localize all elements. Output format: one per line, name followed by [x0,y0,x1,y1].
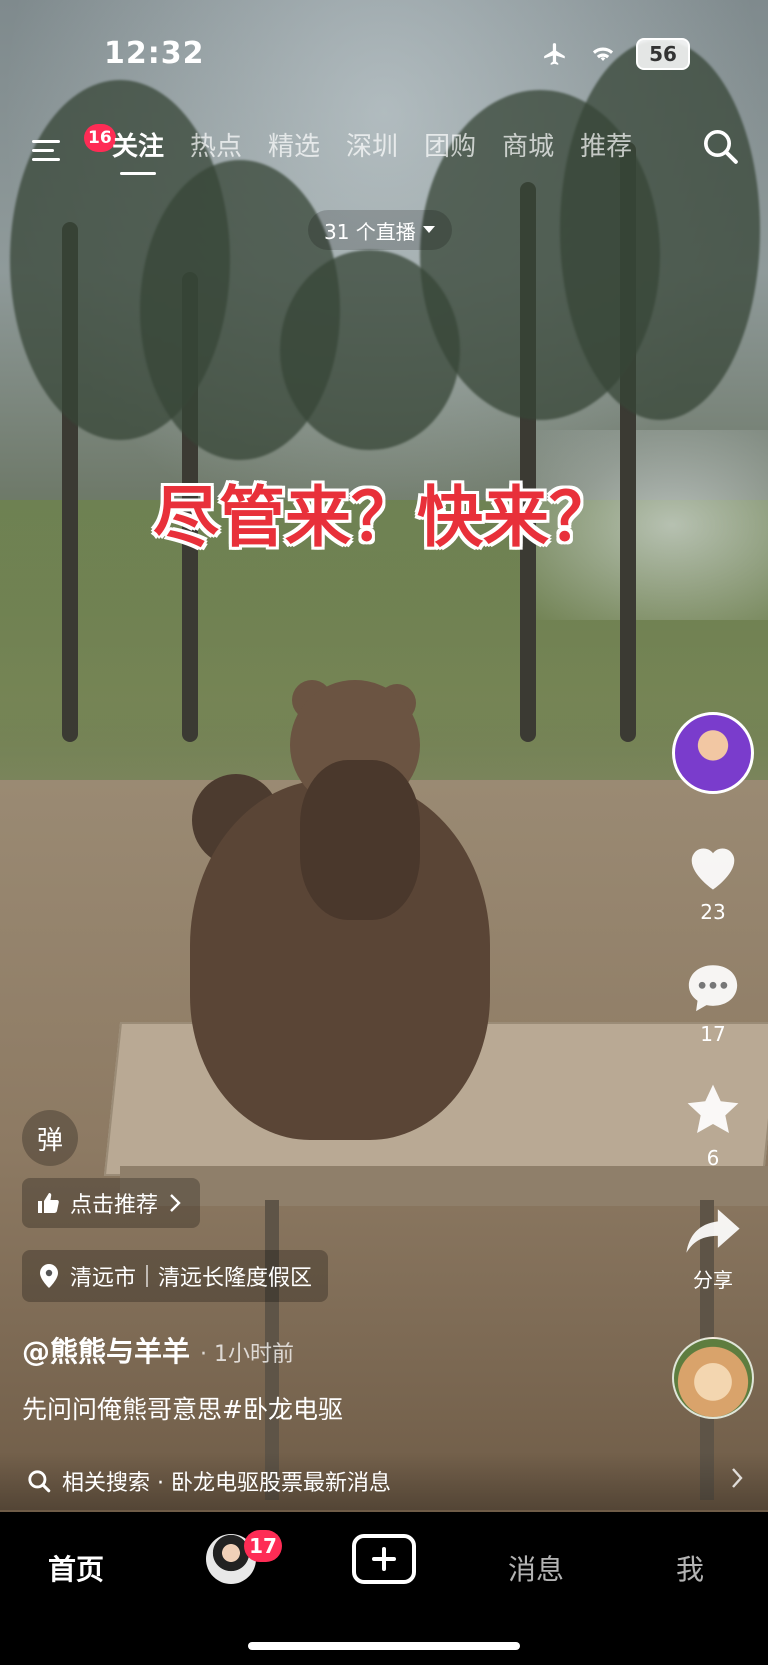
status-icons: 56 [540,38,690,70]
chevron-right-icon [170,1194,181,1212]
home-indicator [248,1642,520,1650]
tab-following[interactable]: 关注 [112,126,164,175]
share-label: 分享 [693,1268,733,1292]
tab-hot[interactable]: 热点 [190,126,242,163]
location-city: 清远市 [70,1266,137,1291]
tab-home[interactable]: 首页 [48,1548,104,1588]
tab-featured[interactable]: 精选 [268,126,320,163]
menu-icon [32,149,54,152]
recommend-button[interactable]: 点击推荐 [22,1178,201,1228]
share-button[interactable]: 分享 [684,1206,742,1293]
wifi-icon [592,47,614,62]
post-time: · 1小时前 [200,1342,294,1367]
menu-icon [32,158,60,161]
creator-avatar[interactable] [672,712,754,794]
share-arrow-icon [686,1209,740,1253]
tree-foliage [280,250,460,450]
favorite-count: 6 [706,1146,720,1170]
menu-notification-badge: 16 [84,124,116,152]
tree-foliage [560,40,760,420]
chevron-right-icon [732,1468,743,1488]
bottom-tab-bar: 首页 17 消息 我 [0,1512,768,1665]
live-count-text: 31 个直播 [324,219,416,244]
author-line: @熊熊与羊羊 · 1小时前 [22,1330,294,1370]
bear-paws [300,760,420,920]
live-count-pill[interactable]: 31 个直播 [308,210,452,250]
menu-button[interactable]: 16 [30,124,116,170]
create-post-button[interactable] [352,1534,416,1584]
video-caption-overlay: 尽管来？快来？ [153,479,615,556]
search-icon [28,1470,51,1493]
location-pin-icon [40,1264,58,1288]
feed-tabs: 关注 热点 精选 深圳 团购 商城 推荐 [112,126,632,175]
star-icon [687,1084,739,1133]
tab-group-buy[interactable]: 团购 [424,126,476,163]
battery-indicator: 56 [636,38,690,70]
like-button[interactable]: 23 [684,840,742,924]
comment-button[interactable]: 17 [684,960,742,1046]
comment-count: 17 [700,1022,726,1046]
heart-icon [691,848,735,890]
related-search-bar[interactable]: 相关搜索 · 卧龙电驱股票最新消息 [0,1452,768,1510]
tab-shenzhen[interactable]: 深圳 [346,126,398,163]
tab-recommend[interactable]: 推荐 [580,126,632,163]
chevron-down-icon [422,226,435,233]
danmaku-toggle-button[interactable]: 弹 [22,1110,78,1166]
friends-badge: 17 [244,1530,282,1562]
like-count: 23 [700,900,726,924]
tab-mall[interactable]: 商城 [502,126,554,163]
menu-icon [32,140,60,143]
video-feed-screen: 12:32 56 16 关注 热点 精选 深圳 团购 商城 推荐 31 个直播 … [0,0,768,1665]
airplane-mode-icon [544,43,565,65]
related-search-text: 相关搜索 · 卧龙电驱股票最新消息 [62,1471,391,1496]
tab-messages[interactable]: 消息 [508,1548,564,1588]
thumbs-up-icon [38,1193,59,1213]
status-time: 12:32 [104,36,205,71]
location-divider [146,1265,149,1287]
author-name[interactable]: @熊熊与羊羊 [22,1330,190,1370]
top-navigation: 16 关注 热点 精选 深圳 团购 商城 推荐 [0,120,768,180]
plus-icon [372,1547,396,1571]
music-disc-avatar[interactable] [672,1337,754,1419]
video-description[interactable]: 先问问俺熊哥意思#卧龙电驱 [22,1390,343,1426]
status-bar: 12:32 56 [0,28,768,78]
location-place: 清远长隆度假区 [158,1266,313,1291]
comment-icon [688,965,738,1012]
favorite-button[interactable]: 6 [684,1082,742,1170]
location-tag[interactable]: 清远市 清远长隆度假区 [22,1250,329,1302]
tab-me[interactable]: 我 [676,1548,704,1588]
search-icon[interactable] [700,126,740,166]
recommend-label: 点击推荐 [70,1193,159,1218]
action-column: 23 17 6 分享 [668,712,758,1419]
